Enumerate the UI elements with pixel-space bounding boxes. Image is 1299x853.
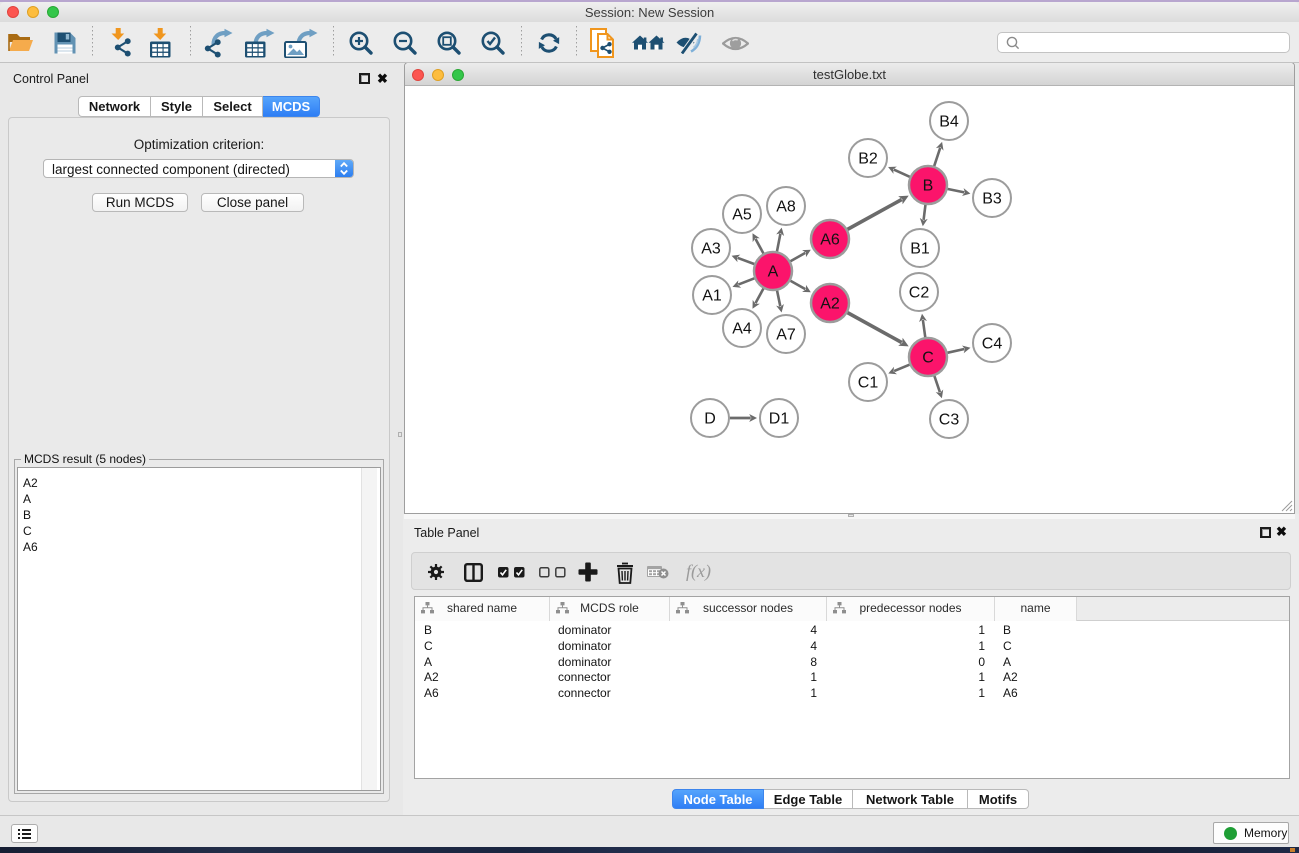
svg-text:C1: C1 <box>858 375 879 392</box>
svg-text:B4: B4 <box>939 114 959 131</box>
svg-text:C2: C2 <box>909 285 930 302</box>
svg-text:C4: C4 <box>982 336 1003 353</box>
svg-text:A3: A3 <box>701 241 721 258</box>
svg-text:A7: A7 <box>776 327 796 344</box>
svg-text:A: A <box>768 264 779 281</box>
svg-text:C: C <box>922 350 934 367</box>
svg-text:B1: B1 <box>910 241 930 258</box>
svg-text:A5: A5 <box>732 207 752 224</box>
svg-text:B3: B3 <box>982 191 1002 208</box>
svg-text:B: B <box>923 178 934 195</box>
svg-text:A4: A4 <box>732 321 752 338</box>
svg-text:A1: A1 <box>702 288 722 305</box>
svg-text:D1: D1 <box>769 411 790 428</box>
svg-text:C3: C3 <box>939 412 960 429</box>
svg-text:B2: B2 <box>858 151 878 168</box>
svg-text:A8: A8 <box>776 199 796 216</box>
svg-text:A6: A6 <box>820 232 840 249</box>
svg-text:A2: A2 <box>820 296 840 313</box>
svg-text:D: D <box>704 411 716 428</box>
